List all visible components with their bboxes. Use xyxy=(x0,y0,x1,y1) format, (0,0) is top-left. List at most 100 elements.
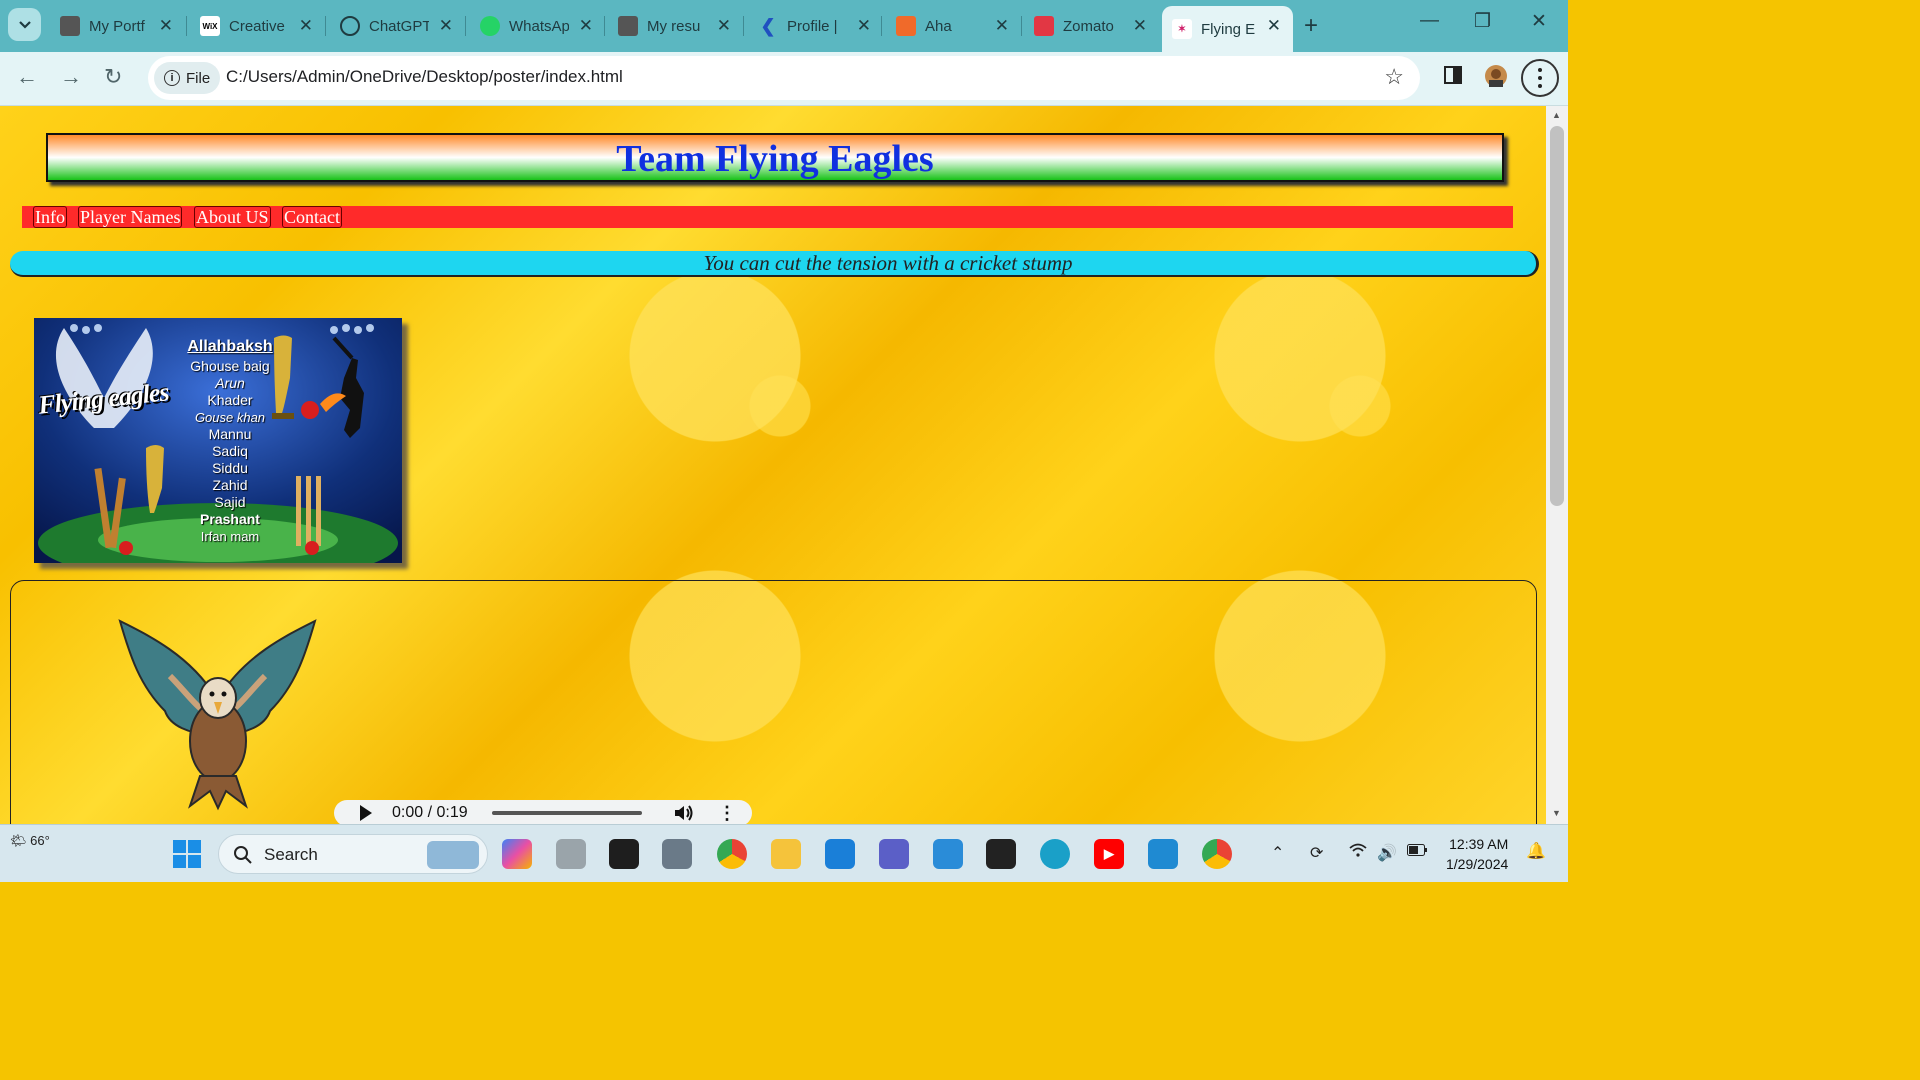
volume-tray-icon[interactable]: 🔊 xyxy=(1377,843,1397,863)
tab-whatsapp[interactable]: WhatsApp ✕ xyxy=(470,6,605,46)
profile-avatar[interactable] xyxy=(1485,65,1507,92)
more-options-icon[interactable]: ⋮ xyxy=(718,803,736,824)
chrome-icon[interactable] xyxy=(717,839,747,869)
forward-button[interactable]: → xyxy=(60,64,82,90)
side-panel-icon[interactable] xyxy=(1444,66,1462,89)
play-icon[interactable] xyxy=(360,805,372,821)
nav-link-about-us[interactable]: About US xyxy=(194,206,271,228)
close-icon[interactable]: ✕ xyxy=(579,16,593,36)
site-info-button[interactable]: i File xyxy=(154,62,221,94)
weather-icon: 🌤 xyxy=(10,833,27,848)
audio-player: 0:00 / 0:19 ⋮ xyxy=(334,800,752,824)
copilot-icon[interactable] xyxy=(502,839,532,869)
close-icon[interactable]: ✕ xyxy=(439,16,453,36)
player-name: Sadiq xyxy=(212,443,248,459)
notepad-icon[interactable] xyxy=(933,839,963,869)
restore-button[interactable]: ❐ xyxy=(1474,10,1491,33)
audio-time: 0:00 / 0:19 xyxy=(392,804,468,821)
tab-separator xyxy=(604,16,605,36)
mysql-icon[interactable] xyxy=(986,839,1016,869)
youtube-icon[interactable]: ▶ xyxy=(1094,839,1124,869)
audio-progress-slider[interactable] xyxy=(492,811,642,815)
terminal-icon[interactable] xyxy=(609,839,639,869)
page-scrollbar[interactable]: ▲ ▼ xyxy=(1546,106,1568,824)
file-explorer-icon[interactable] xyxy=(771,839,801,869)
volume-icon[interactable] xyxy=(672,802,694,824)
tagline-banner: You can cut the tension with a cricket s… xyxy=(10,251,1539,277)
tab-zomato[interactable]: Zomato ✕ xyxy=(1024,6,1159,46)
mail-icon[interactable] xyxy=(825,839,855,869)
reload-button[interactable]: ↻ xyxy=(104,64,122,90)
url-text[interactable]: C:/Users/Admin/OneDrive/Desktop/poster/i… xyxy=(226,67,623,87)
player-name: Gouse khan xyxy=(194,410,266,425)
tab-creative[interactable]: WiX Creative ✕ xyxy=(190,6,325,46)
clock-date: 1/29/2024 xyxy=(1446,856,1509,872)
player-name: Prashant xyxy=(200,511,260,527)
resume-icon xyxy=(618,16,638,36)
address-bar[interactable]: i File C:/Users/Admin/OneDrive/Desktop/p… xyxy=(148,56,1420,100)
aha-icon xyxy=(896,16,916,36)
tab-title: Flying E xyxy=(1201,20,1256,38)
new-tab-button[interactable]: + xyxy=(1304,12,1318,40)
close-icon[interactable]: ✕ xyxy=(1133,16,1147,36)
tab-chatgpt[interactable]: ChatGPT ✕ xyxy=(330,6,465,46)
close-icon[interactable]: ✕ xyxy=(1267,16,1281,36)
eagle-image xyxy=(110,616,325,816)
chrome-profile-icon[interactable] xyxy=(1202,839,1232,869)
browser-toolbar: ← → ↻ i File C:/Users/Admin/OneDrive/Des… xyxy=(0,52,1568,106)
player-name: Ghouse baig xyxy=(190,358,270,374)
player-name: Zahid xyxy=(212,477,248,493)
tab-title: ChatGPT xyxy=(369,17,429,35)
bookmark-star-icon[interactable]: ☆ xyxy=(1384,64,1404,90)
wifi-icon[interactable] xyxy=(1349,843,1367,862)
tab-title: Creative xyxy=(229,17,285,35)
search-icon xyxy=(234,846,252,864)
taskbar-search[interactable]: Search xyxy=(218,834,488,874)
minimize-button[interactable]: — xyxy=(1420,10,1439,32)
close-window-button[interactable]: ✕ xyxy=(1531,10,1547,33)
close-icon[interactable]: ✕ xyxy=(159,16,173,36)
vscode-icon[interactable] xyxy=(1148,839,1178,869)
scroll-up-icon[interactable]: ▲ xyxy=(1552,110,1561,120)
profile-icon: ❮ xyxy=(760,15,776,36)
menu-button[interactable] xyxy=(1521,59,1559,102)
tab-my-resume[interactable]: My resu ✕ xyxy=(608,6,743,46)
whatsapp-icon xyxy=(480,16,500,36)
tab-separator xyxy=(881,16,882,36)
tab-my-portfolio[interactable]: My Portf ✕ xyxy=(50,6,185,46)
scroll-down-icon[interactable]: ▼ xyxy=(1552,808,1561,818)
weather-widget[interactable]: 🌤 66° xyxy=(10,833,50,849)
system-clock[interactable]: 12:39 AM 1/29/2024 xyxy=(1446,834,1508,874)
nav-link-contact[interactable]: Contact xyxy=(282,206,342,228)
tray-overflow-icon[interactable]: ⌃ xyxy=(1271,843,1284,863)
player-name: Khader xyxy=(207,392,253,408)
close-icon[interactable]: ✕ xyxy=(857,16,871,36)
team-poster-image: Flying eagles Allahbaksh Ghouse baig Aru… xyxy=(34,318,402,563)
start-button[interactable] xyxy=(172,839,202,874)
back-button[interactable]: ← xyxy=(16,64,38,90)
task-view-icon[interactable] xyxy=(556,839,586,869)
nav-bar: Info Player Names About US Contact xyxy=(22,206,1513,228)
sync-icon[interactable]: ⟳ xyxy=(1310,843,1323,863)
tab-separator xyxy=(186,16,187,36)
close-icon[interactable]: ✕ xyxy=(995,16,1009,36)
zomato-icon xyxy=(1034,16,1054,36)
close-icon[interactable]: ✕ xyxy=(717,16,731,36)
clock-time: 12:39 AM xyxy=(1449,836,1509,852)
tab-flying-eagles[interactable]: ✶ Flying E ✕ xyxy=(1162,6,1293,52)
edge-icon[interactable] xyxy=(1040,839,1070,869)
player-name: Mannu xyxy=(208,426,252,442)
battery-icon[interactable] xyxy=(1407,843,1427,861)
title-banner: Team Flying Eagles xyxy=(46,133,1504,182)
page-title: Team Flying Eagles xyxy=(616,137,934,180)
close-icon[interactable]: ✕ xyxy=(299,16,313,36)
teams-icon[interactable] xyxy=(879,839,909,869)
scrollbar-thumb[interactable] xyxy=(1550,126,1564,506)
store-icon[interactable] xyxy=(662,839,692,869)
nav-link-info[interactable]: Info xyxy=(33,206,67,228)
tab-profile[interactable]: ❮ Profile | ✕ xyxy=(748,6,883,46)
tab-aha[interactable]: Aha ✕ xyxy=(886,6,1021,46)
tab-search-button[interactable] xyxy=(8,8,41,41)
notification-bell-icon[interactable]: 🔔 xyxy=(1526,841,1546,861)
nav-link-player-names[interactable]: Player Names xyxy=(78,206,183,228)
